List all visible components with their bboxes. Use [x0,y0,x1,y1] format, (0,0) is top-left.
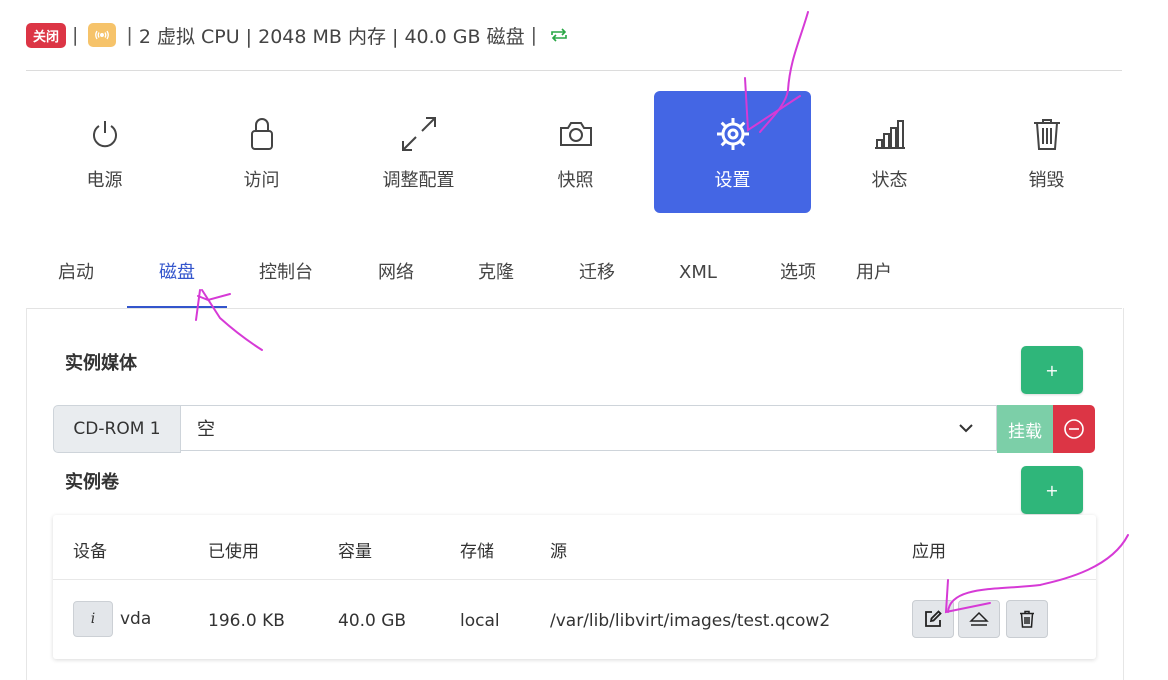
trash-icon [1033,119,1060,150]
cdrom-row: CD-ROM 1 空 挂载 [53,405,1095,453]
power-label: 电源 [86,170,123,191]
add-volume-button[interactable]: + [1021,466,1083,514]
trash-icon [1020,610,1034,628]
instance-specs: 2 虚拟 CPU | 2048 MB 内存 | 40.0 GB 磁盘 [138,25,525,48]
volume-info-button[interactable]: i [73,601,113,637]
status-badge: 关闭 [26,22,67,48]
media-title: 实例媒体 [65,353,137,374]
detach-volume-button[interactable] [958,600,1000,638]
destroy-label: 销毁 [1028,170,1065,191]
volume-storage: local [460,611,500,631]
col-capacity: 容量 [338,542,372,562]
tab-options[interactable]: 选项 [762,250,834,306]
tab-migrate[interactable]: 迁移 [561,250,633,306]
access-button[interactable]: 访问 [183,91,340,213]
col-actions: 应用 [912,542,946,562]
snapshot-button[interactable]: 快照 [497,91,654,213]
tab-network[interactable]: 网络 [360,250,432,306]
volume-source: /var/lib/libvirt/images/test.qcow2 [550,611,831,631]
sync-icon[interactable] [549,26,569,44]
settings-tabs: 启动 磁盘 控制台 网络 克隆 迁移 XML 选项 用户 [26,250,1122,309]
camera-icon [559,122,592,146]
action-toolbar: 电源 访问 调整配置 快照 设置 状态 销毁 [26,91,1125,213]
remove-media-button[interactable] [1053,405,1095,453]
edit-icon [925,610,942,627]
tab-boot[interactable]: 启动 [40,250,112,306]
tab-disks[interactable]: 磁盘 [127,250,227,308]
settings-label: 设置 [714,170,751,191]
col-used: 已使用 [208,542,259,562]
eject-icon [969,611,989,626]
power-icon [92,121,117,148]
mount-button[interactable]: 挂载 [997,405,1053,453]
power-button[interactable]: 电源 [26,91,183,213]
tab-users[interactable]: 用户 [838,250,910,306]
col-storage: 存储 [460,542,494,562]
edit-volume-button[interactable] [912,600,954,638]
add-media-button[interactable]: + [1021,346,1083,394]
access-label: 访问 [243,170,280,191]
header-row-divider [53,579,1096,580]
status-label: 状态 [871,170,908,191]
minus-circle-icon [1064,419,1084,439]
cdrom-label: CD-ROM 1 [53,405,181,453]
instance-header: 关闭 | | 2 虚拟 CPU | 2048 MB 内存 | 40.0 GB 磁… [26,20,569,50]
status-button[interactable]: 状态 [811,91,968,213]
resize-icon [401,117,436,151]
volume-used: 196.0 KB [208,611,285,631]
bar-chart-icon [874,120,905,149]
volumes-table: 设备 已使用 容量 存储 源 应用 i vda 196.0 KB 40.0 GB… [53,515,1096,659]
settings-button[interactable]: 设置 [654,91,811,213]
volume-capacity: 40.0 GB [338,611,407,631]
col-device: 设备 [73,542,107,562]
tab-console[interactable]: 控制台 [242,250,330,306]
snapshot-label: 快照 [557,170,594,191]
media-select-value: 空 [197,419,215,440]
tab-clone[interactable]: 克隆 [460,250,532,306]
volumes-title: 实例卷 [65,472,119,493]
destroy-button[interactable]: 销毁 [968,91,1125,213]
volume-device: vda [120,609,152,629]
gear-icon [716,118,749,150]
resize-label: 调整配置 [382,170,455,191]
col-source: 源 [550,542,567,562]
broadcast-icon[interactable] [88,23,117,47]
chevron-down-icon [958,420,974,441]
tab-xml[interactable]: XML [662,250,734,306]
media-select[interactable]: 空 [181,405,997,451]
resize-button[interactable]: 调整配置 [340,91,497,213]
lock-icon [250,118,273,150]
delete-volume-button[interactable] [1006,600,1048,638]
header-divider [26,70,1122,71]
